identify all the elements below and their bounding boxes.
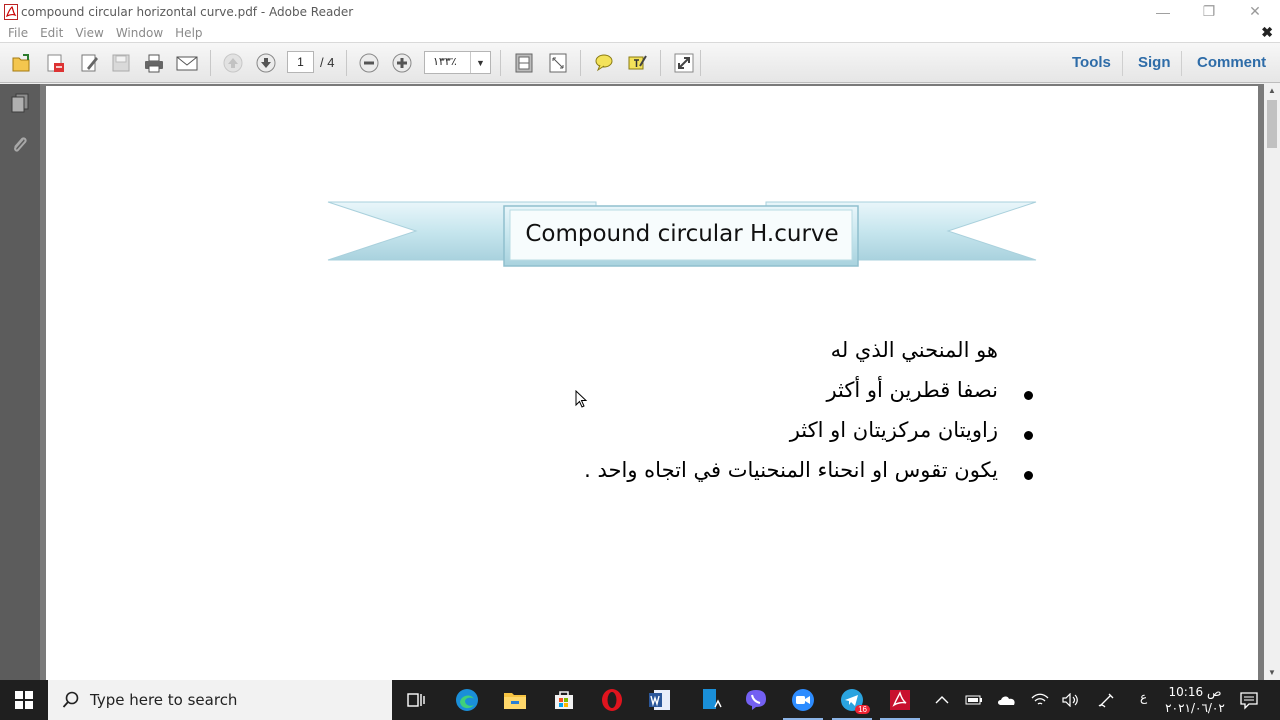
adobe-reader-taskbar-icon[interactable] — [880, 688, 920, 720]
adobe-reader-icon — [4, 3, 18, 20]
bullet-dot — [1024, 391, 1033, 400]
scroll-thumb[interactable] — [1267, 100, 1277, 148]
scroll-up-icon[interactable]: ▲ — [1264, 84, 1280, 98]
taskbar: Type here to search 16 ع 10:16 ص ٢٠٢١/٠٦… — [0, 680, 1280, 720]
search-icon — [62, 691, 80, 709]
page-number-input[interactable]: 1 — [287, 51, 314, 73]
microsoft-word-icon[interactable] — [648, 688, 672, 712]
microsoft-store-icon[interactable] — [552, 688, 576, 712]
create-pdf-icon[interactable] — [42, 51, 68, 75]
fit-width-icon[interactable] — [545, 51, 571, 75]
task-view-icon[interactable] — [404, 688, 428, 712]
menu-help[interactable]: Help — [175, 26, 202, 40]
next-page-icon[interactable] — [253, 51, 279, 75]
bullet-dot — [1024, 431, 1033, 440]
menu-file[interactable]: File — [8, 26, 28, 40]
document-app-icon[interactable] — [700, 688, 724, 712]
telegram-icon[interactable]: 16 — [832, 688, 872, 720]
title-bar: compound circular horizontal curve.pdf -… — [0, 0, 1280, 23]
search-placeholder: Type here to search — [90, 691, 238, 709]
attachments-icon[interactable] — [9, 134, 31, 156]
banner-title: Compound circular H.curve — [525, 221, 839, 247]
opera-browser-icon[interactable] — [600, 688, 624, 712]
viber-icon[interactable] — [744, 688, 768, 712]
volume-icon[interactable] — [1059, 688, 1083, 712]
window-title: compound circular horizontal curve.pdf -… — [21, 4, 354, 19]
file-explorer-icon[interactable] — [503, 688, 527, 712]
action-center-icon[interactable] — [1237, 688, 1261, 712]
mouse-cursor-icon — [575, 390, 588, 408]
chevron-down-icon[interactable]: ▼ — [470, 52, 490, 73]
edit-pdf-icon[interactable] — [76, 51, 102, 75]
scroll-down-icon[interactable]: ▼ — [1264, 666, 1280, 680]
full-screen-icon[interactable] — [671, 51, 697, 75]
tools-button[interactable]: Tools — [1072, 54, 1111, 71]
battery-icon[interactable] — [962, 688, 986, 712]
edge-browser-icon[interactable] — [455, 688, 479, 712]
bullet-dot — [1024, 471, 1033, 480]
previous-page-icon[interactable] — [220, 51, 246, 75]
close-document-button[interactable]: ✖ — [1261, 24, 1273, 41]
comment-bubble-icon[interactable] — [591, 51, 617, 75]
onedrive-cloud-icon[interactable] — [995, 688, 1019, 712]
page-thumbnails-icon[interactable] — [9, 92, 31, 114]
zoom-value: ١٣٣٪ — [433, 56, 457, 68]
pen-workspace-icon[interactable] — [1094, 688, 1118, 712]
minimize-button[interactable]: — — [1140, 0, 1186, 23]
chevron-up-icon[interactable] — [930, 688, 954, 712]
maximize-button[interactable]: ❐ — [1186, 0, 1232, 23]
zoom-in-icon[interactable] — [389, 51, 415, 75]
vertical-scrollbar[interactable]: ▲ ▼ — [1264, 84, 1280, 680]
pdf-page: Compound circular H.curve هو المنحني الذ… — [46, 86, 1258, 680]
document-area: Compound circular H.curve هو المنحني الذ… — [40, 84, 1265, 680]
fit-page-icon[interactable] — [511, 51, 537, 75]
zoom-select[interactable]: ١٣٣٪ ▼ — [424, 51, 491, 74]
comment-button[interactable]: Comment — [1197, 54, 1266, 71]
save-icon[interactable] — [108, 51, 134, 75]
bullet-item-1: نصفا قطرين أو أكثر — [826, 378, 998, 402]
highlight-icon[interactable] — [624, 51, 650, 75]
wifi-icon[interactable] — [1028, 688, 1052, 712]
zoom-out-icon[interactable] — [356, 51, 382, 75]
clock-time: 10:16 ص — [1168, 685, 1222, 699]
navigation-pane — [0, 84, 40, 680]
menu-edit[interactable]: Edit — [40, 26, 63, 40]
bullet-item-3: يكون تقوس او انحناء المنحنيات في اتجاه و… — [584, 458, 998, 482]
close-window-button[interactable]: ✕ — [1232, 0, 1278, 23]
sign-button[interactable]: Sign — [1138, 54, 1171, 71]
email-icon[interactable] — [174, 51, 200, 75]
open-file-icon[interactable] — [8, 51, 34, 75]
intro-text: هو المنحني الذي له — [830, 338, 998, 362]
menu-bar: File Edit View Window Help ✖ — [0, 23, 1280, 42]
taskbar-search-box[interactable]: Type here to search — [48, 680, 392, 720]
clock-date: ٢٠٢١/٠٦/٠٢ — [1165, 701, 1225, 715]
print-icon[interactable] — [141, 51, 167, 75]
menu-view[interactable]: View — [75, 26, 103, 40]
bullet-item-2: زاويتان مركزيتان او اكثر — [789, 418, 998, 442]
windows-start-icon[interactable] — [0, 680, 48, 720]
system-clock[interactable]: 10:16 ص ٢٠٢١/٠٦/٠٢ — [1160, 684, 1230, 716]
input-language[interactable]: ع — [1140, 690, 1147, 704]
notification-badge: 16 — [855, 705, 870, 714]
page-total: / 4 — [320, 55, 335, 70]
zoom-app-icon[interactable] — [783, 688, 823, 720]
menu-window[interactable]: Window — [116, 26, 163, 40]
